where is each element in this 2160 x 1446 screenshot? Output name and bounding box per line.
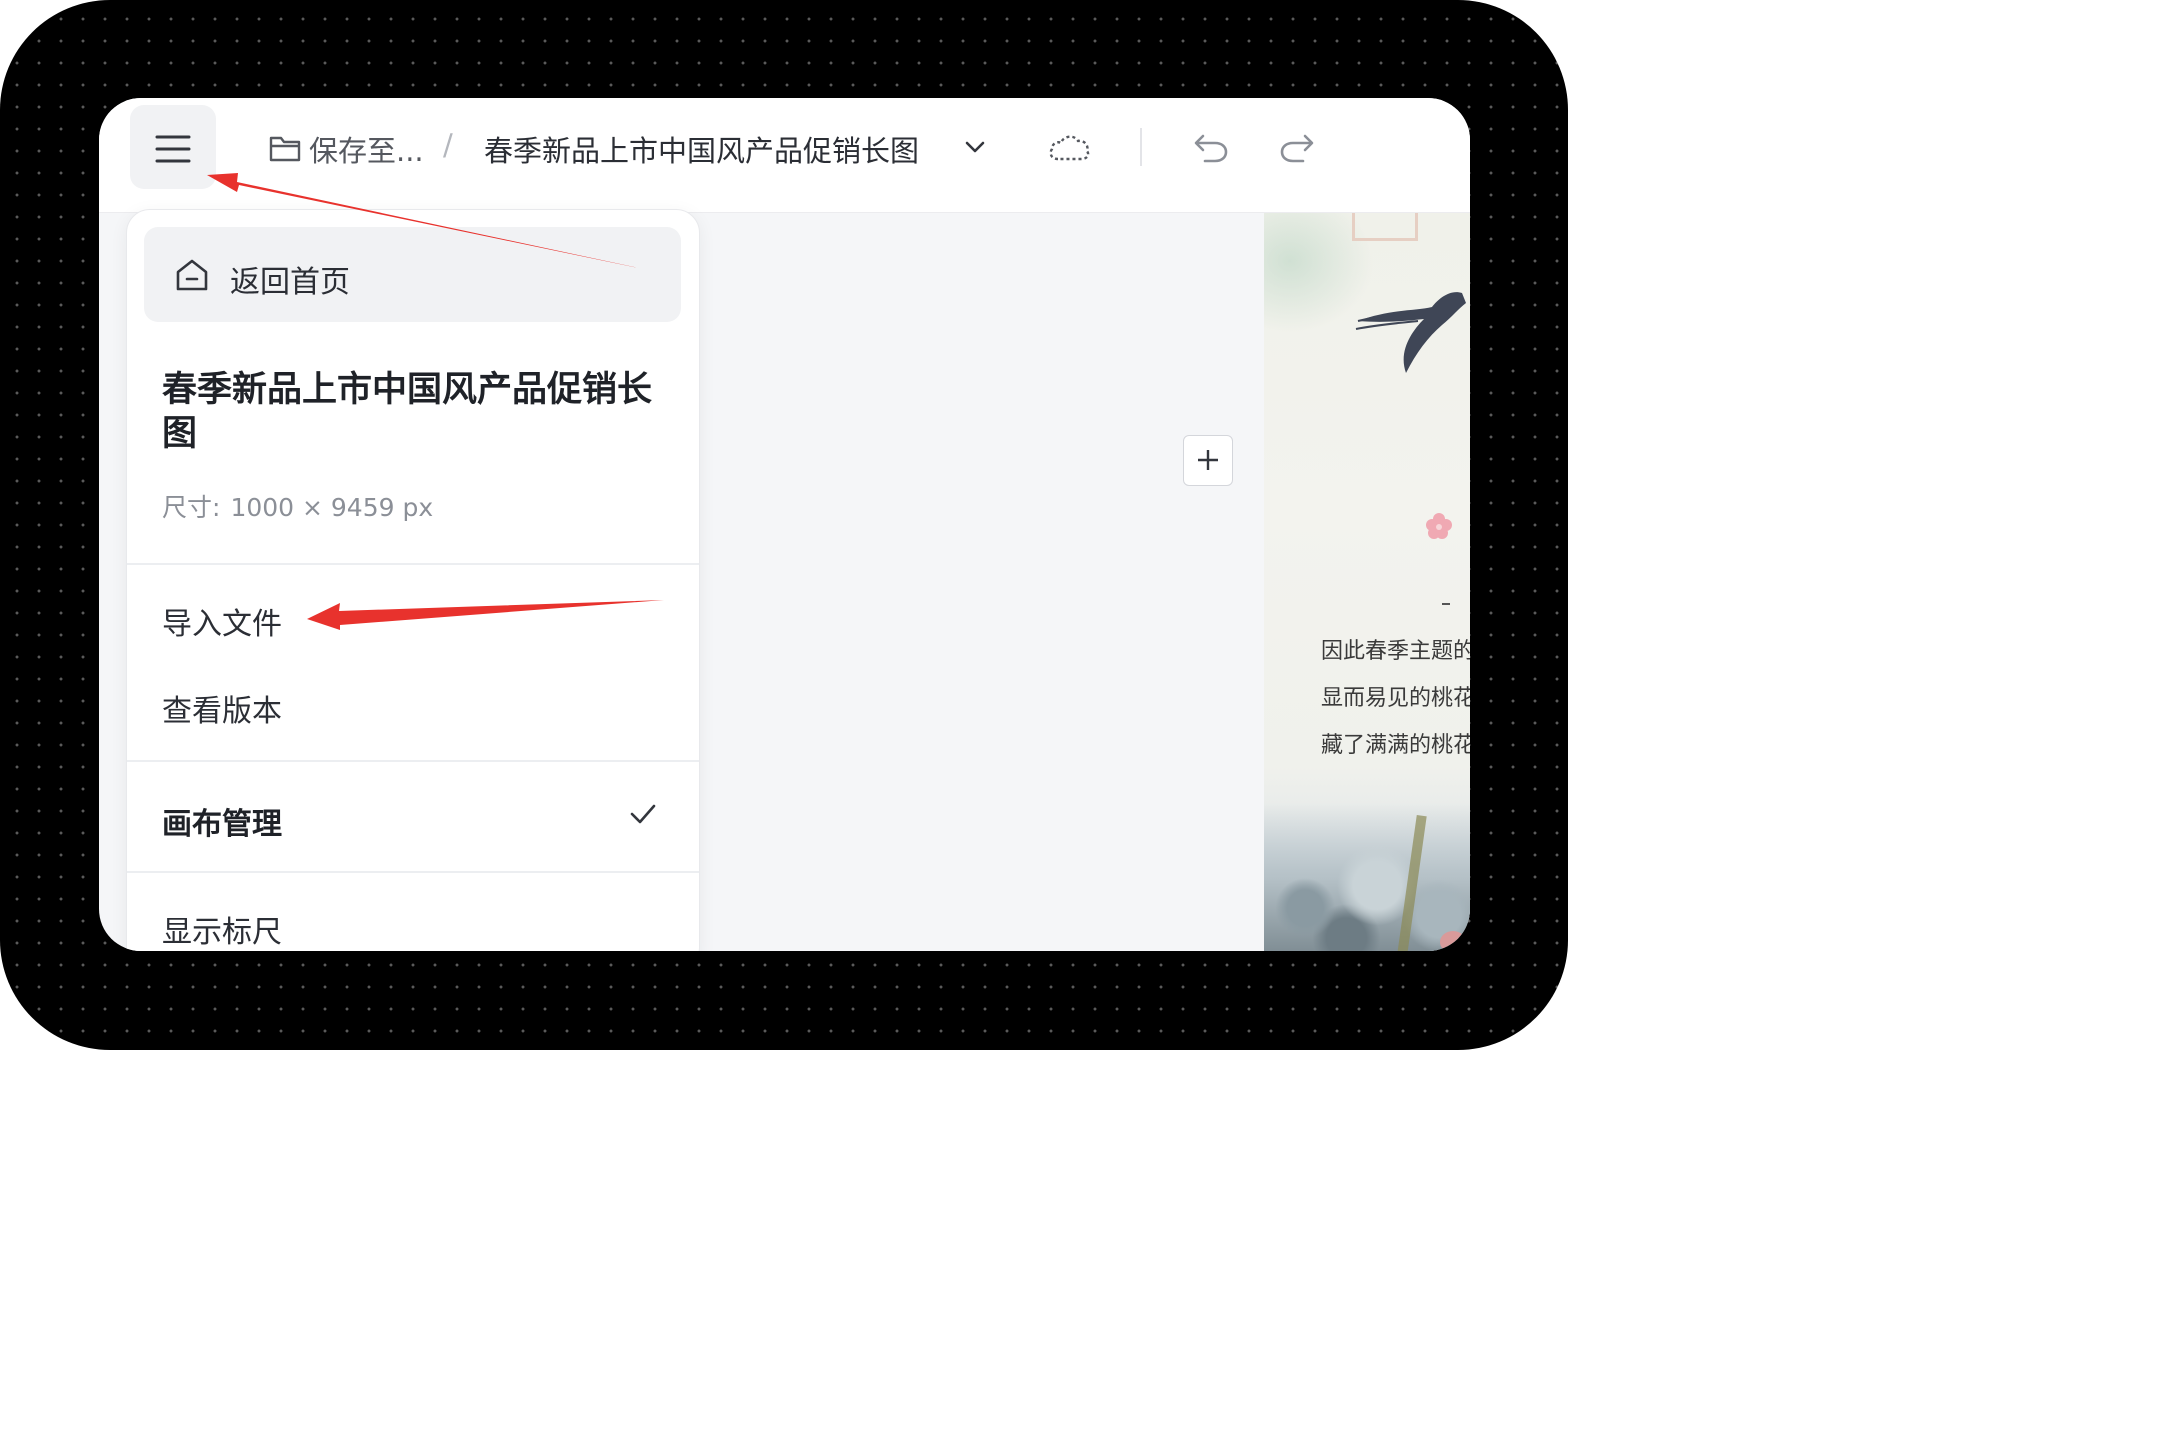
annotation-overlay — [207, 173, 664, 630]
screenshot-frame: 保存至... / 春季新品上市中国风产品促销长图 因此春季主题的 显而易见的桃花… — [0, 0, 1568, 1050]
red-arrow-to-import — [307, 600, 664, 630]
editor-window: 保存至... / 春季新品上市中国风产品促销长图 因此春季主题的 显而易见的桃花… — [99, 98, 1470, 951]
red-arrow-to-menu — [207, 173, 648, 270]
